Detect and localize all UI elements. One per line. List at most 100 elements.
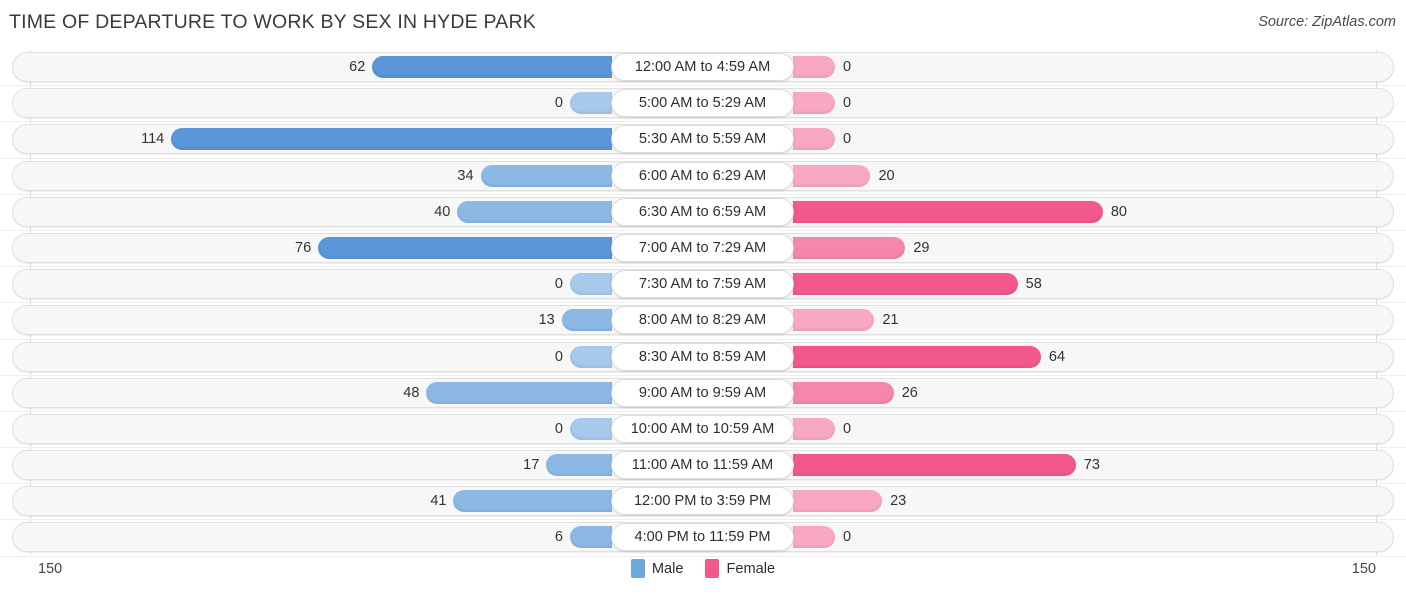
chart-header: TIME OF DEPARTURE TO WORK BY SEX IN HYDE… [0,0,1406,46]
female-bar[interactable] [793,164,871,187]
female-bar[interactable] [793,454,1076,477]
table-row[interactable]: 0 58 7:30 AM to 7:59 AM [0,267,1406,304]
category-label-pill: 4:00 PM to 11:59 PM [611,523,794,552]
table-row[interactable]: 0 0 10:00 AM to 10:59 AM [0,412,1406,449]
male-bar[interactable] [480,164,612,187]
category-label: 5:30 AM to 5:59 AM [638,131,767,148]
row-separator [0,555,1406,557]
bar-rows: 62 0 12:00 AM to 4:59 AM 0 0 5:00 AM to 5:29 … [0,50,1406,557]
male-value-label: 76 [295,239,312,256]
male-bar[interactable] [426,381,612,404]
category-label: 11:00 AM to 11:59 AM [631,457,774,474]
female-value-label: 73 [1083,457,1100,474]
category-label-pill: 12:00 PM to 3:59 PM [611,487,794,516]
table-row[interactable]: 62 0 12:00 AM to 4:59 AM [0,50,1406,87]
female-value-label: 58 [1025,276,1042,293]
table-row[interactable]: 48 26 9:00 AM to 9:59 AM [0,376,1406,412]
legend-swatch-icon [705,559,720,578]
category-label-pill: 8:30 AM to 8:59 AM [611,342,794,371]
table-row[interactable]: 40 80 6:30 AM to 6:59 AM [0,195,1406,231]
male-value-label: 0 [554,420,563,437]
legend-label: Female [726,560,776,577]
female-bar[interactable] [793,309,875,332]
chart-legend: Male Female [0,559,1406,578]
female-value-label: 0 [843,131,852,148]
chart-container: TIME OF DEPARTURE TO WORK BY SEX IN HYDE… [0,0,1406,595]
male-bar[interactable] [570,526,612,549]
female-bar[interactable] [793,236,906,259]
male-bar[interactable] [318,236,612,259]
female-bar[interactable] [793,345,1041,368]
chart-footer: 150 150 Male Female [0,555,1406,595]
category-label-pill: 5:00 AM to 5:29 AM [611,89,794,118]
legend-item-male[interactable]: Male [630,559,684,578]
table-row[interactable]: 114 0 5:30 AM to 5:59 AM [0,122,1406,159]
table-row[interactable]: 0 0 5:00 AM to 5:29 AM [0,86,1406,123]
male-value-label: 48 [403,384,420,401]
legend-label: Male [651,560,684,577]
female-bar[interactable] [793,381,894,404]
table-row[interactable]: 76 29 7:00 AM to 7:29 AM [0,231,1406,268]
female-bar[interactable] [793,92,835,115]
female-bar[interactable] [793,526,835,549]
category-label-pill: 7:30 AM to 7:59 AM [611,270,794,299]
female-value-label: 0 [843,59,852,75]
female-bar[interactable] [793,200,1103,223]
category-label: 6:00 AM to 6:29 AM [638,167,767,184]
category-label: 8:00 AM to 8:29 AM [638,312,767,329]
category-label-pill: 9:00 AM to 9:59 AM [611,378,794,407]
category-label-pill: 10:00 AM to 10:59 AM [611,414,794,443]
male-bar[interactable] [372,56,612,78]
category-label-pill: 7:00 AM to 7:29 AM [611,233,794,262]
male-value-label: 0 [554,276,563,293]
female-value-label: 29 [913,239,930,256]
category-label: 10:00 AM to 10:59 AM [630,420,775,437]
female-value-label: 21 [882,312,899,329]
male-value-label: 6 [554,529,563,546]
table-row[interactable]: 0 64 8:30 AM to 8:59 AM [0,340,1406,376]
male-value-label: 34 [457,167,474,184]
legend-item-female[interactable]: Female [705,559,775,578]
category-label: 7:30 AM to 7:59 AM [638,276,767,293]
category-label: 12:00 AM to 4:59 AM [634,59,771,75]
male-bar[interactable] [561,309,612,332]
male-bar[interactable] [171,128,612,151]
female-bar[interactable] [793,273,1018,296]
female-value-label: 20 [878,167,895,184]
plot-area: 62 0 12:00 AM to 4:59 AM 0 0 5:00 AM to 5:29 … [0,50,1406,557]
category-label-pill: 11:00 AM to 11:59 AM [611,451,794,480]
male-bar[interactable] [570,92,612,115]
category-label-pill: 8:00 AM to 8:29 AM [611,306,794,335]
female-value-label: 80 [1110,203,1127,220]
table-row[interactable]: 41 23 12:00 PM to 3:59 PM [0,484,1406,521]
category-label: 9:00 AM to 9:59 AM [638,384,767,401]
male-bar[interactable] [570,417,612,440]
female-bar[interactable] [793,128,835,151]
male-value-label: 17 [523,457,540,474]
female-value-label: 0 [843,95,852,112]
male-bar[interactable] [570,273,612,296]
female-value-label: 0 [843,420,852,437]
category-label: 8:30 AM to 8:59 AM [638,348,767,365]
source-attribution: Source: ZipAtlas.com [1258,14,1396,30]
category-label: 12:00 PM to 3:59 PM [633,493,772,510]
category-label: 4:00 PM to 11:59 PM [634,529,771,546]
category-label-pill: 6:30 AM to 6:59 AM [611,197,794,226]
female-bar[interactable] [793,56,835,78]
category-label: 5:00 AM to 5:29 AM [638,95,767,112]
female-bar[interactable] [793,490,883,513]
legend-swatch-icon [630,559,645,578]
male-bar[interactable] [570,345,612,368]
male-value-label: 62 [349,59,366,75]
table-row[interactable]: 13 21 8:00 AM to 8:29 AM [0,303,1406,340]
male-value-label: 13 [538,312,555,329]
female-bar[interactable] [793,417,835,440]
male-bar[interactable] [457,200,612,223]
table-row[interactable]: 17 73 11:00 AM to 11:59 AM [0,448,1406,485]
female-value-label: 23 [890,493,907,510]
male-value-label: 0 [554,348,563,365]
table-row[interactable]: 34 20 6:00 AM to 6:29 AM [0,159,1406,195]
table-row[interactable]: 6 0 4:00 PM to 11:59 PM [0,520,1406,557]
male-bar[interactable] [546,454,612,477]
male-bar[interactable] [453,490,612,513]
